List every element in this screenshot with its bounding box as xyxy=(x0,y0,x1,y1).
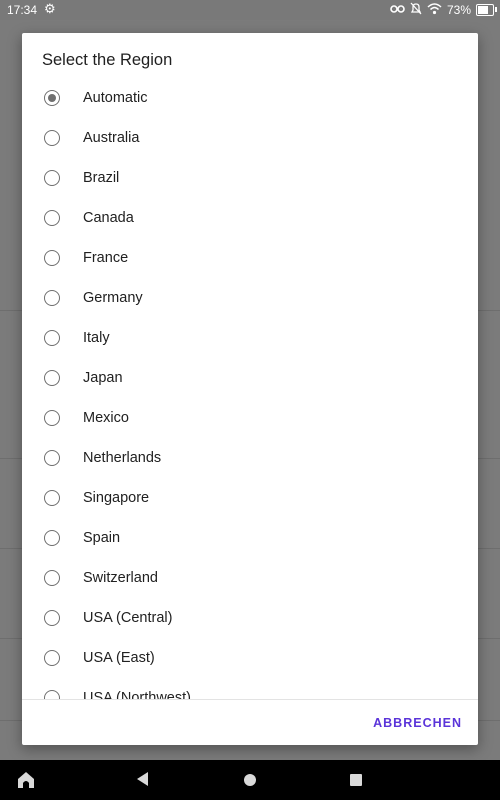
region-option-label: Brazil xyxy=(83,170,120,186)
radio-button-checked[interactable] xyxy=(44,90,60,106)
radio-button[interactable] xyxy=(44,530,60,546)
radio-button[interactable] xyxy=(44,370,60,386)
region-option-label: Netherlands xyxy=(83,450,162,466)
region-option-label: Italy xyxy=(83,330,110,346)
status-bar: 17:34 ⚙ 73% xyxy=(0,0,500,20)
region-option[interactable]: Mexico xyxy=(22,398,478,438)
radio-button[interactable] xyxy=(44,130,60,146)
dialog-footer: ABBRECHEN xyxy=(22,700,478,745)
region-option-label: USA (Northwest) xyxy=(83,690,191,699)
radio-button[interactable] xyxy=(44,410,60,426)
region-option[interactable]: Netherlands xyxy=(22,438,478,478)
region-option-label: Mexico xyxy=(83,410,129,426)
radio-button[interactable] xyxy=(44,610,60,626)
battery-charging-icon xyxy=(476,4,497,16)
region-option-label: USA (Central) xyxy=(83,610,173,626)
navigation-bar xyxy=(0,760,500,800)
vpn-key-icon xyxy=(390,3,405,17)
region-option-list[interactable]: Automatic Australia Brazil Canada France Germ… xyxy=(22,78,478,699)
radio-button[interactable] xyxy=(44,690,60,699)
region-option[interactable]: Switzerland xyxy=(22,558,478,598)
region-option[interactable]: Singapore xyxy=(22,478,478,518)
region-option[interactable]: Automatic xyxy=(22,78,478,118)
region-option[interactable]: USA (Central) xyxy=(22,598,478,638)
home-icon[interactable] xyxy=(244,774,256,786)
status-icons: 73% xyxy=(390,2,497,18)
region-option[interactable]: Brazil xyxy=(22,158,478,198)
radio-button[interactable] xyxy=(44,170,60,186)
wifi-icon xyxy=(427,2,442,18)
region-dialog: Select the Region Automatic Australia Braz… xyxy=(22,33,478,745)
region-option-label: USA (East) xyxy=(83,650,155,666)
region-option[interactable]: USA (East) xyxy=(22,638,478,678)
region-option[interactable]: Canada xyxy=(22,198,478,238)
radio-button[interactable] xyxy=(44,650,60,666)
region-option-label: Switzerland xyxy=(83,570,158,586)
home-app-icon[interactable] xyxy=(17,771,35,789)
dialog-title: Select the Region xyxy=(42,51,173,69)
radio-button[interactable] xyxy=(44,490,60,506)
radio-button[interactable] xyxy=(44,450,60,466)
settings-gear-icon: ⚙ xyxy=(44,1,56,16)
radio-button[interactable] xyxy=(44,290,60,306)
region-option[interactable]: Australia xyxy=(22,118,478,158)
radio-button[interactable] xyxy=(44,250,60,266)
region-option-label: France xyxy=(83,250,129,266)
radio-button[interactable] xyxy=(44,330,60,346)
region-option-label: Australia xyxy=(83,130,140,146)
region-option[interactable]: France xyxy=(22,238,478,278)
notifications-off-icon xyxy=(410,2,422,18)
battery-percentage: 73% xyxy=(446,3,471,17)
region-option[interactable]: USA (Northwest) xyxy=(22,678,478,699)
region-option-label: Singapore xyxy=(83,490,150,506)
back-icon[interactable] xyxy=(137,772,148,786)
region-option-label: Germany xyxy=(83,290,143,306)
recents-icon[interactable] xyxy=(350,774,362,786)
region-option[interactable]: Spain xyxy=(22,518,478,558)
region-option[interactable]: Japan xyxy=(22,358,478,398)
cancel-button[interactable]: ABBRECHEN xyxy=(373,716,462,730)
region-option-label: Canada xyxy=(83,210,134,226)
region-option-label: Automatic xyxy=(83,90,148,106)
radio-button[interactable] xyxy=(44,210,60,226)
status-time: 17:34 xyxy=(7,3,38,17)
region-option[interactable]: Italy xyxy=(22,318,478,358)
region-option[interactable]: Germany xyxy=(22,278,478,318)
region-option-label: Spain xyxy=(83,530,121,546)
region-option-label: Japan xyxy=(83,370,123,386)
radio-button[interactable] xyxy=(44,570,60,586)
